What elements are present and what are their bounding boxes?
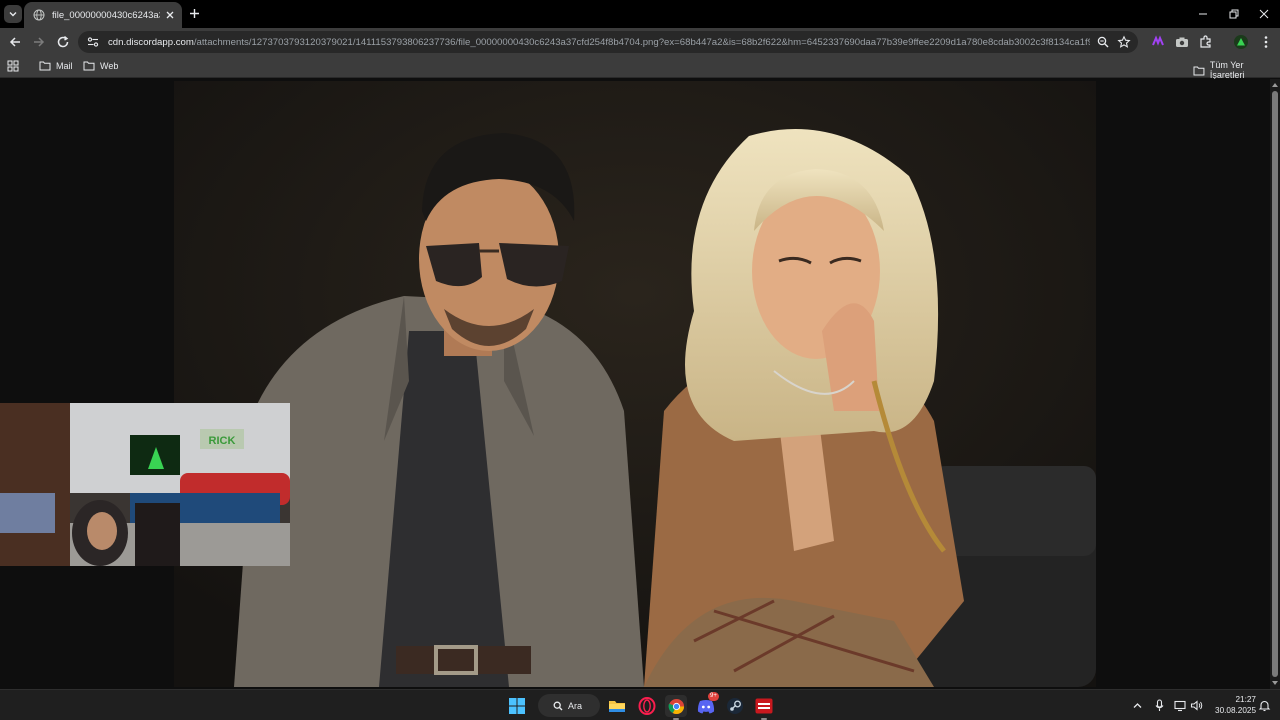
clock-date: 30.08.2025 (1215, 706, 1256, 715)
scroll-down-icon[interactable] (1271, 679, 1279, 687)
taskbar-opera-gx[interactable] (636, 695, 658, 717)
tab-strip: file_00000000430c6243a37cfd (0, 0, 1280, 28)
chevron-down-icon (9, 12, 17, 17)
profile-avatar-icon[interactable] (1233, 34, 1249, 50)
microphone-icon[interactable] (1153, 699, 1166, 712)
tab-title: file_00000000430c6243a37cfd (52, 9, 160, 21)
webcam-overlay: RICK (0, 403, 290, 566)
start-button[interactable] (506, 695, 528, 717)
window-close-icon[interactable] (1257, 7, 1271, 21)
site-settings-icon[interactable] (86, 35, 100, 49)
webcam-feed-image: RICK (0, 403, 290, 566)
windows-start-icon (509, 698, 525, 714)
bookmark-label: Web (100, 60, 119, 71)
bookmark-star-icon[interactable] (1117, 35, 1131, 49)
scroll-thumb[interactable] (1272, 91, 1278, 677)
all-bookmarks-label: Tüm Yer İşaretleri (1209, 60, 1245, 80)
notification-bell-icon[interactable] (1258, 699, 1271, 712)
url-path: /attachments/1273703793120379021/1411153… (193, 36, 1090, 48)
taskbar-capture-app[interactable] (753, 695, 775, 720)
illustration-image (174, 81, 1096, 687)
folder-icon (39, 61, 51, 71)
taskbar-chrome[interactable] (665, 695, 687, 720)
bookmark-web[interactable]: Web (83, 60, 118, 71)
network-icon[interactable] (1174, 699, 1187, 712)
opera-gx-icon (638, 697, 656, 715)
steam-icon (727, 698, 743, 714)
taskbar-discord[interactable]: 9+ (695, 692, 719, 717)
taskbar-search[interactable]: Ara (538, 694, 600, 717)
search-label: Ara (568, 700, 583, 711)
browser-toolbar: cdn.discordapp.com/attachments/127370379… (0, 28, 1280, 56)
extension-icon[interactable] (1150, 34, 1166, 50)
forward-arrow-icon[interactable] (31, 34, 47, 50)
taskbar-clock[interactable]: 21:27 30.08.2025 (1208, 694, 1256, 716)
more-menu-icon[interactable] (1258, 34, 1274, 50)
capture-app-icon (755, 698, 773, 714)
url-host: cdn.discordapp.com (108, 36, 194, 48)
url-text: cdn.discordapp.com/attachments/127370379… (108, 37, 1090, 48)
apps-grid-icon[interactable] (7, 60, 19, 72)
extensions-puzzle-icon[interactable] (1198, 34, 1214, 50)
scroll-up-icon[interactable] (1271, 81, 1279, 89)
file-explorer-icon (609, 701, 625, 712)
globe-icon (33, 9, 45, 21)
tab-search-button[interactable] (4, 5, 22, 23)
reload-icon[interactable] (55, 34, 71, 50)
folder-icon (1193, 66, 1205, 75)
taskbar-steam[interactable] (724, 695, 746, 717)
back-arrow-icon[interactable] (7, 34, 23, 50)
all-bookmarks-button[interactable]: Tüm Yer İşaretleri (1193, 60, 1280, 80)
displayed-image[interactable] (174, 81, 1096, 687)
taskbar-file-explorer[interactable] (606, 695, 628, 717)
new-tab-icon[interactable] (188, 7, 201, 20)
restore-icon[interactable] (1227, 7, 1241, 21)
clock-time: 21:27 (1235, 695, 1257, 704)
close-icon[interactable] (164, 9, 176, 21)
page-viewport: RICK (0, 79, 1280, 689)
bookmark-mail[interactable]: Mail (39, 60, 73, 71)
folder-icon (83, 61, 95, 71)
webcam-sign-text: RICK (209, 435, 236, 447)
vertical-scrollbar[interactable] (1270, 79, 1280, 689)
bookmarks-bar: Mail Web Tüm Yer İşaretleri (0, 56, 1280, 80)
volume-icon[interactable] (1190, 699, 1203, 712)
zoom-icon[interactable] (1096, 35, 1110, 49)
chrome-icon (668, 698, 684, 714)
minimize-icon[interactable] (1196, 7, 1210, 21)
search-icon (553, 701, 563, 710)
camera-icon[interactable] (1174, 34, 1190, 50)
address-bar[interactable]: cdn.discordapp.com/attachments/127370379… (78, 31, 1138, 53)
discord-notification-badge: 9+ (708, 692, 719, 701)
windows-taskbar: Ara 9+ 21:27 30.08.2025 (0, 689, 1280, 720)
chevron-up-icon[interactable] (1131, 699, 1144, 712)
bookmark-label: Mail (56, 60, 73, 71)
tab-active[interactable]: file_00000000430c6243a37cfd (24, 2, 182, 28)
